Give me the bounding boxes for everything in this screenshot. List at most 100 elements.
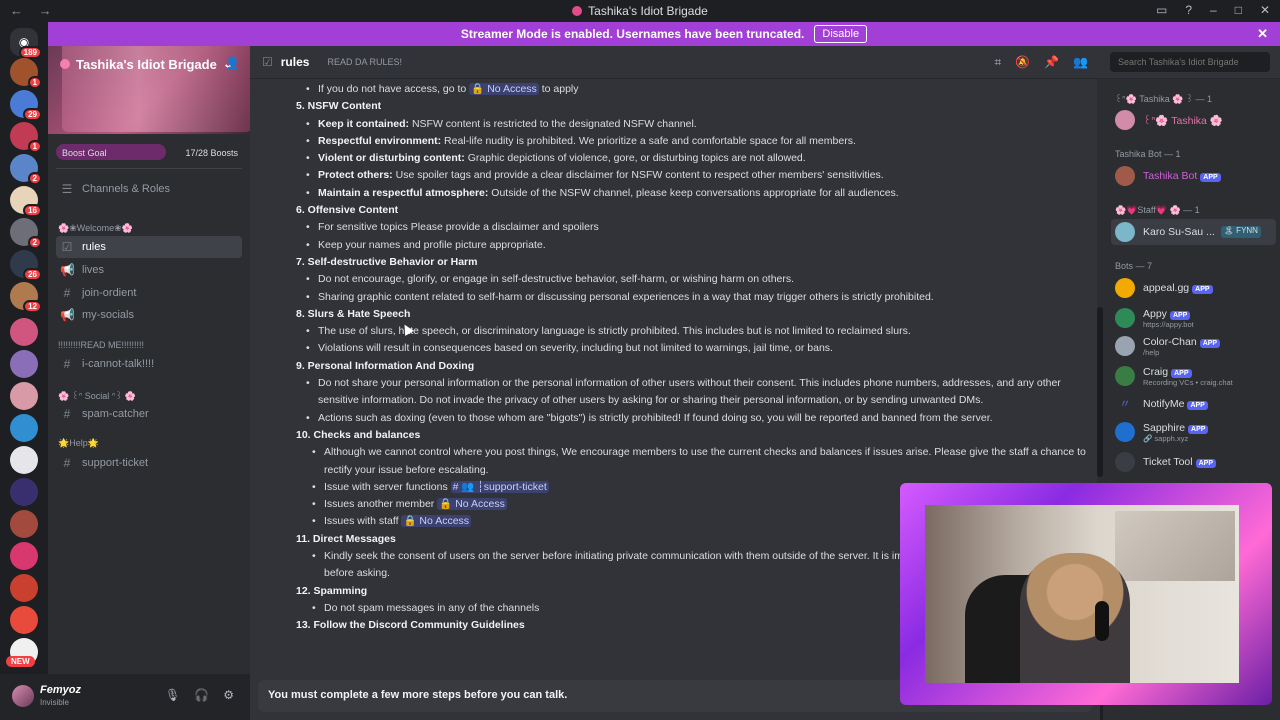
member-item[interactable]: ꒰ᐢ🌸 Tashika 🌸 (1111, 107, 1276, 133)
bot-item[interactable]: 〃 NotifyMe APP (1111, 391, 1276, 417)
role-mention[interactable]: 🔒 No Access (401, 515, 472, 528)
headphones-icon[interactable]: 🎧 (194, 688, 209, 702)
bot-item[interactable]: Ticket Tool APP (1111, 449, 1276, 475)
channel-lives[interactable]: 📢 lives (56, 259, 242, 281)
notifications-icon[interactable]: 🔕 (1015, 55, 1030, 70)
avatar (1115, 222, 1135, 242)
channel-header: ☑ rules READ DA RULES! ⌗ 🔕 📌 👥 (250, 46, 1280, 79)
close-window-icon[interactable]: ✕ (1260, 3, 1270, 17)
server-banner[interactable]: Tashika's Idiot Brigade ⌄ 👤 (48, 46, 250, 134)
server-icon[interactable] (10, 510, 38, 538)
server-icon[interactable]: 29 (10, 90, 42, 121)
channel-cannot-talk[interactable]: # i-cannot-talk!!!! (56, 353, 242, 375)
boost-goal-bar[interactable]: Boost Goal 17/28 Boosts (56, 144, 244, 162)
nav-arrows[interactable]: ← → (10, 3, 58, 18)
app-badge: APP (1169, 310, 1191, 320)
category-social[interactable]: 🌸 ꒰ᐢ Social ᐢ꒱ 🌸 (58, 390, 136, 402)
role-mention[interactable]: 🔒 No Access (437, 498, 507, 511)
server-name[interactable]: Tashika's Idiot Brigade ⌄ (60, 56, 234, 72)
channel-topic[interactable]: READ DA RULES! (327, 57, 402, 67)
bot-name: Sapphire (1143, 421, 1186, 434)
badge: 29 (23, 108, 42, 121)
channel-spam-catcher[interactable]: # spam-catcher (56, 403, 242, 425)
member-name: Color-Chan APP (1143, 336, 1221, 348)
user-panel: Femyoz Invisible 🎙 🎧 ⚙ (0, 674, 250, 720)
avatar[interactable] (12, 685, 34, 707)
help-icon[interactable]: ? (1185, 3, 1192, 17)
section-heading: 10. Checks and balances (296, 428, 421, 441)
text: Real-life nudity is prohibited. We prior… (444, 134, 856, 147)
member-category: Bots — 7 (1115, 261, 1153, 271)
server-icon[interactable]: 1 (10, 122, 42, 153)
bot-status: Recording VCs • craig.chat (1143, 377, 1233, 387)
server-icon[interactable] (10, 606, 38, 634)
microphone-icon[interactable]: 🎙 (165, 688, 180, 702)
channel-join-ordient[interactable]: # join-ordient (56, 282, 242, 304)
member-name-label: Tashika Bot (1143, 170, 1198, 182)
member-item[interactable]: Tashika Bot APP (1111, 163, 1276, 189)
list-icon: ☰ (61, 182, 73, 196)
server-icon[interactable] (10, 542, 38, 570)
member-category: Tashika Bot — 1 (1115, 149, 1181, 159)
channel-label: join-ordient (82, 287, 137, 299)
channel-support-ticket[interactable]: # support-ticket (56, 452, 242, 474)
channel-title: rules (280, 55, 310, 69)
close-icon[interactable]: ✕ (1257, 26, 1268, 42)
streamer-mode-banner: Streamer Mode is enabled. Usernames have… (48, 22, 1280, 46)
text: Outside of the NSFW channel, please keep… (491, 186, 899, 199)
bot-item[interactable]: Craig APP Recording VCs • craig.chat (1111, 363, 1276, 389)
category-help[interactable]: 🌟Help🌟 (58, 438, 99, 449)
server-icon[interactable] (10, 446, 38, 474)
channel-rules[interactable]: ☑ rules (56, 236, 242, 258)
avatar (1115, 336, 1135, 356)
role-mention[interactable]: 🔒 No Access (469, 83, 539, 95)
channel-label: spam-catcher (82, 408, 149, 420)
window-controls[interactable]: ▭ ? – □ ✕ (1156, 3, 1270, 17)
list-item: Respectful environment: Real-life nudity… (306, 133, 1086, 151)
server-icon[interactable] (10, 318, 38, 346)
server-icon[interactable] (10, 382, 38, 410)
list-item: Do not share your personal information o… (306, 375, 1086, 410)
inbox-icon[interactable]: ▭ (1156, 3, 1167, 17)
search-input[interactable] (1110, 52, 1270, 72)
threads-icon[interactable]: ⌗ (994, 55, 1001, 70)
list-item: The use of slurs, hate speech, or discri… (306, 323, 1086, 341)
username[interactable]: Femyoz (40, 684, 81, 696)
member-item[interactable]: Karo Su-Sau ... 🏝 FYNN (1111, 219, 1276, 245)
channel-mention[interactable]: # 👥 ┆support-ticket (450, 480, 549, 493)
server-icon[interactable] (10, 478, 38, 506)
pin-icon[interactable]: 📌 (1044, 55, 1059, 70)
text: to apply (541, 83, 579, 95)
avatar (1115, 452, 1135, 472)
channels-roles[interactable]: ☰ Channels & Roles (56, 178, 242, 200)
section-heading: 7. Self-destructive Behavior or Harm (296, 255, 478, 268)
server-icon[interactable]: 12 (10, 282, 42, 313)
minimize-icon[interactable]: – (1210, 3, 1217, 17)
bot-item[interactable]: Sapphire APP 🔗 sapph.xyz (1111, 419, 1276, 445)
badge: 12 (23, 300, 42, 313)
bot-item[interactable]: Color-Chan APP/help (1111, 333, 1276, 359)
server-icon[interactable]: 2 (10, 218, 42, 249)
hash-icon: # (63, 456, 71, 470)
server-icon[interactable]: 2 (10, 154, 42, 185)
app-badge: APP (1171, 368, 1192, 378)
server-icon[interactable] (10, 414, 38, 442)
disable-button[interactable]: Disable (814, 25, 868, 43)
category-welcome[interactable]: 🌸❀Welcome❀🌸 (58, 223, 133, 234)
gear-icon[interactable]: ⚙ (223, 688, 234, 702)
maximize-icon[interactable]: □ (1235, 3, 1242, 17)
server-icon[interactable] (10, 574, 38, 602)
category-readme[interactable]: !!!!!!!!!READ ME!!!!!!!!! (58, 340, 144, 350)
server-icon[interactable] (10, 350, 38, 378)
server-icon[interactable]: 1 (10, 58, 42, 89)
server-icon[interactable]: 26 (10, 250, 42, 281)
add-member-icon[interactable]: 👤 (225, 56, 240, 70)
text: NSFW content is restricted to the design… (411, 117, 697, 130)
members-icon[interactable]: 👥 (1073, 55, 1088, 70)
bot-item[interactable]: Appy APP https://appy.bot (1111, 305, 1276, 331)
bot-item[interactable]: appeal.gg APP (1111, 275, 1276, 301)
channel-my-socials[interactable]: 📢 my-socials (56, 304, 242, 326)
direct-messages-button[interactable]: ◉ 189 (10, 28, 42, 59)
bot-status: /help (1143, 347, 1160, 357)
server-icon[interactable]: 16 (10, 186, 42, 217)
